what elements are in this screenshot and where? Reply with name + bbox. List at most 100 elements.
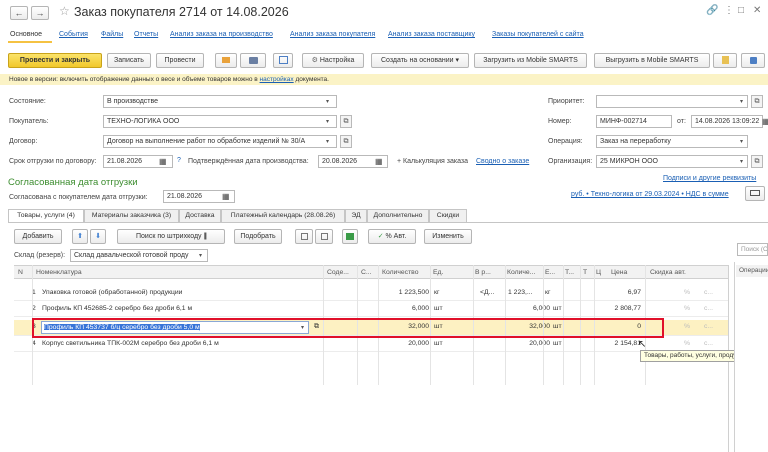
create-based-on-button[interactable]: Создать на основании ▾ xyxy=(371,53,469,68)
tab-supplier-order-analysis[interactable]: Анализ заказа поставщику xyxy=(388,31,475,38)
calendar-icon[interactable]: ▦ xyxy=(762,117,768,126)
organization-field[interactable]: 25 МИКРОН ООО xyxy=(596,155,748,168)
spreadsheet-button[interactable] xyxy=(342,229,358,244)
auto-percent-button[interactable]: ✓ % Авт. xyxy=(368,229,416,244)
settings-link[interactable]: настройках xyxy=(260,76,294,83)
table-row[interactable]: 1 Упаковка готовой (обработанной) продук… xyxy=(14,286,728,301)
col-nomenclature[interactable]: Номенклатура xyxy=(36,269,82,276)
help-icon[interactable]: ? xyxy=(177,157,181,164)
calendar-icon[interactable]: ▦ xyxy=(375,157,383,166)
tab-buyer-order-analysis[interactable]: Анализ заказа покупателя xyxy=(290,31,375,38)
row-discount: с... xyxy=(704,323,714,330)
tab-main[interactable]: Основное xyxy=(10,31,42,38)
priority-field[interactable] xyxy=(596,95,748,108)
load-mobile-smarts-button[interactable]: Загрузить из Mobile SMARTS xyxy=(474,53,587,68)
change-button[interactable]: Изменить xyxy=(424,229,472,244)
organization-dropdown-icon[interactable]: ▾ xyxy=(740,158,743,165)
print-menu-button[interactable] xyxy=(215,53,237,68)
col-c[interactable]: Ц xyxy=(596,269,601,276)
col-quantity-2[interactable]: Количе... xyxy=(507,269,535,276)
col-unit-2[interactable]: Е... xyxy=(545,269,555,276)
tab-production-analysis[interactable]: Анализ заказа на производство xyxy=(170,31,273,38)
col-s[interactable]: С... xyxy=(361,269,372,276)
tab-events[interactable]: События xyxy=(59,31,88,38)
calendar-icon[interactable]: ▦ xyxy=(159,157,167,166)
paste-button[interactable] xyxy=(315,229,333,244)
tab-discounts[interactable]: Скидки xyxy=(429,209,467,222)
organization-open-button[interactable]: ⧉ xyxy=(751,155,763,168)
pick-button[interactable]: Подобрать xyxy=(234,229,282,244)
contract-field[interactable]: Договор на выполнение работ по обработке… xyxy=(103,135,337,148)
printer-button[interactable] xyxy=(240,53,266,68)
post-button[interactable]: Провести xyxy=(156,53,204,68)
number-field[interactable]: МИНФ-002714 xyxy=(596,115,672,128)
post-and-close-button[interactable]: Провести и закрыть xyxy=(8,53,102,68)
buyer-dropdown-icon[interactable]: ▾ xyxy=(326,118,329,125)
tab-payment-calendar[interactable]: Платежный календарь (28.08.26) xyxy=(221,209,345,222)
organization-label: Организация: xyxy=(548,158,593,165)
extra-menu-button[interactable] xyxy=(741,53,765,68)
warehouse-dropdown-icon[interactable]: ▾ xyxy=(199,252,202,259)
barcode-search-button[interactable]: Поиск по штрихкоду ||| xyxy=(117,229,225,244)
settings-button[interactable]: ⚙ Настройка xyxy=(302,53,364,68)
tab-goods-services[interactable]: Товары, услуги (4) xyxy=(8,209,84,223)
col-auto-discount[interactable]: Скидка авт. xyxy=(650,269,686,276)
priority-open-button[interactable]: ⧉ xyxy=(751,95,763,108)
col-quantity[interactable]: Количество xyxy=(382,269,419,276)
move-up-button[interactable]: ⬆ xyxy=(72,229,88,244)
col-in-reserve[interactable]: В р... xyxy=(475,269,491,276)
more-vertical-icon[interactable]: ⋮ xyxy=(724,5,734,16)
copy-button[interactable] xyxy=(295,229,313,244)
copy-icon xyxy=(300,233,308,240)
right-panel-header[interactable]: Операции xyxy=(736,265,768,277)
table-header: N Номенклатура Соде... С... Количество Е… xyxy=(14,265,728,279)
add-row-button[interactable]: Добавить xyxy=(14,229,62,244)
table-row[interactable]: 2 Профиль КП 452685-2 серебро без дроби … xyxy=(14,302,728,317)
contract-open-button[interactable]: ⧉ xyxy=(340,135,352,148)
col-content[interactable]: Соде... xyxy=(327,269,349,276)
calculation-label[interactable]: + Калькуляция заказа xyxy=(397,158,468,165)
tab-customer-materials[interactable]: Материалы заказчика (3) xyxy=(84,209,179,222)
forward-button[interactable]: → xyxy=(31,6,49,20)
tab-delivery[interactable]: Доставка xyxy=(179,209,221,222)
table-row[interactable]: 4 Корпус светильника ТПК-002М серебро бе… xyxy=(14,337,728,352)
attachments-button[interactable] xyxy=(713,53,737,68)
tab-ed[interactable]: ЭД xyxy=(345,209,367,222)
star-icon[interactable]: ☆ xyxy=(59,4,70,18)
buyer-field[interactable]: ТЕХНО-ЛОГИКА ООО xyxy=(103,115,337,128)
col-n[interactable]: N xyxy=(18,269,23,276)
tab-additional[interactable]: Дополнительно xyxy=(367,209,429,222)
operation-dropdown-icon[interactable]: ▾ xyxy=(740,138,743,145)
calendar-icon[interactable]: ▦ xyxy=(222,192,230,201)
signatures-link[interactable]: Подписи и другие реквизиты xyxy=(663,175,756,182)
priority-dropdown-icon[interactable]: ▾ xyxy=(740,98,743,105)
state-dropdown-icon[interactable]: ▾ xyxy=(326,98,329,105)
col-unit[interactable]: Ед. xyxy=(433,269,443,276)
unload-mobile-smarts-button[interactable]: Выгрузить в Mobile SMARTS xyxy=(594,53,710,68)
col-t[interactable]: Т... xyxy=(565,269,574,276)
tab-reports[interactable]: Отчеты xyxy=(134,31,158,38)
back-button[interactable]: ← xyxy=(10,6,28,20)
move-down-button[interactable]: ⬇ xyxy=(90,229,106,244)
operation-field[interactable]: Заказ на переработку xyxy=(596,135,748,148)
maximize-icon[interactable]: □ xyxy=(738,5,744,16)
save-button[interactable]: Записать xyxy=(107,53,151,68)
order-summary-link[interactable]: Сводно о заказе xyxy=(476,158,529,165)
date-field[interactable]: 14.08.2026 13:09:22 xyxy=(691,115,763,128)
price-settings-link[interactable]: руб. • Техно-логика от 29.03.2024 • НДС … xyxy=(571,191,729,198)
link-icon[interactable]: 🔗 xyxy=(706,5,718,16)
buyer-open-button[interactable]: ⧉ xyxy=(340,115,352,128)
tab-site-orders[interactable]: Заказы покупателей с сайта xyxy=(492,31,584,38)
contract-dropdown-icon[interactable]: ▾ xyxy=(326,138,329,145)
arrow-left-icon: ← xyxy=(14,8,24,18)
close-icon[interactable]: ✕ xyxy=(753,5,761,16)
state-field[interactable]: В производстве xyxy=(103,95,337,108)
col-price[interactable]: Цена xyxy=(611,269,627,276)
structure-button[interactable] xyxy=(273,53,293,68)
tab-files[interactable]: Файлы xyxy=(101,31,123,38)
keyboard-button[interactable] xyxy=(745,186,765,201)
right-search-input[interactable]: Поиск (Ctrl+F) xyxy=(737,243,768,256)
row-discount: с... xyxy=(704,340,714,347)
warehouse-field[interactable]: Склад давальческой готовой проду xyxy=(70,249,208,262)
col-t2[interactable]: Т xyxy=(583,269,587,276)
